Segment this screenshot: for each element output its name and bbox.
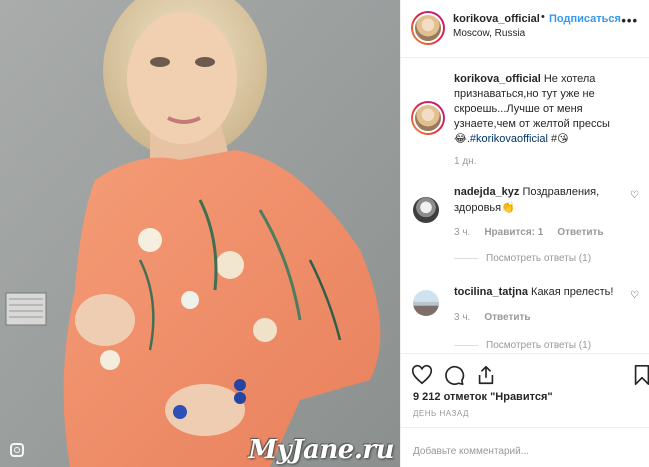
post-sidebar: korikova_official • Подписаться Moscow, … — [400, 0, 649, 467]
comment-username[interactable]: tocilina_tatjna — [454, 286, 528, 298]
more-options-icon[interactable]: ••• — [621, 13, 638, 28]
view-replies-label: Посмотреть ответы (1) — [486, 340, 592, 351]
bookmark-icon[interactable] — [631, 364, 649, 386]
comment-likes[interactable]: Нравится: 1 — [484, 227, 543, 238]
comment-meta: 3 ч. Нравится: 1 Ответить — [454, 227, 604, 238]
post-caption: korikova_official Не хотела признаваться,… — [454, 72, 640, 147]
add-comment-field[interactable]: Добавьте комментарий... — [401, 427, 649, 467]
photo-illustration — [0, 0, 400, 467]
comment-reply-button[interactable]: Ответить — [557, 227, 603, 238]
comment-time[interactable]: 3 ч. — [454, 227, 470, 238]
wall-vent — [5, 292, 47, 326]
follow-button[interactable]: Подписаться — [549, 13, 621, 25]
post-date[interactable]: ДЕНЬ НАЗАД — [413, 409, 469, 418]
comment-like-heart-icon[interactable]: ♡ — [630, 290, 639, 301]
caption-text-end: #😘 — [547, 133, 569, 145]
caption-timestamp[interactable]: 1 дн. — [454, 156, 476, 167]
watermark: MyJane.ru — [248, 435, 394, 465]
heart-icon[interactable] — [411, 364, 433, 386]
add-comment-placeholder: Добавьте комментарий... — [413, 446, 530, 457]
comment-reply-button[interactable]: Ответить — [484, 312, 530, 323]
post-header: korikova_official • Подписаться Moscow, … — [401, 0, 649, 58]
post-location[interactable]: Moscow, Russia — [453, 28, 525, 39]
likes-count[interactable]: 9 212 отметок "Нравится" — [413, 391, 553, 403]
comment: tocilina_tatjna Какая прелесть! — [454, 284, 624, 300]
likes-number: 9 212 отметок — [413, 391, 487, 403]
comment-like-heart-icon[interactable]: ♡ — [630, 190, 639, 201]
comment-text: Какая прелесть! — [531, 286, 614, 298]
comment-username[interactable]: nadejda_kyz — [454, 186, 519, 198]
caption-username[interactable]: korikova_official — [454, 73, 541, 85]
comment-time[interactable]: 3 ч. — [454, 312, 470, 323]
comment-avatar[interactable] — [413, 290, 439, 316]
view-replies-button[interactable]: Посмотреть ответы (1) — [454, 253, 591, 264]
post-photo[interactable]: MyJane.ru — [0, 0, 400, 467]
author-username[interactable]: korikova_official — [453, 13, 540, 25]
replies-divider — [454, 258, 478, 259]
comment: nadejda_kyz Поздравления, здоровья👏 — [454, 184, 624, 216]
view-replies-label: Посмотреть ответы (1) — [486, 253, 592, 264]
separator-dot: • — [541, 11, 545, 23]
caption-hashtag[interactable]: #korikovaofficial — [470, 133, 548, 145]
replies-divider — [454, 345, 478, 346]
comment-avatar[interactable] — [413, 197, 439, 223]
action-bar — [401, 353, 649, 391]
author-avatar[interactable] — [411, 11, 445, 45]
caption-avatar[interactable] — [411, 101, 445, 135]
comment-meta: 3 ч. Ответить — [454, 312, 531, 323]
instagram-logo-icon — [10, 443, 24, 457]
comment-icon[interactable] — [443, 364, 465, 386]
likes-label: "Нравится" — [490, 391, 553, 403]
view-replies-button[interactable]: Посмотреть ответы (1) — [454, 340, 591, 351]
share-icon[interactable] — [475, 364, 497, 386]
